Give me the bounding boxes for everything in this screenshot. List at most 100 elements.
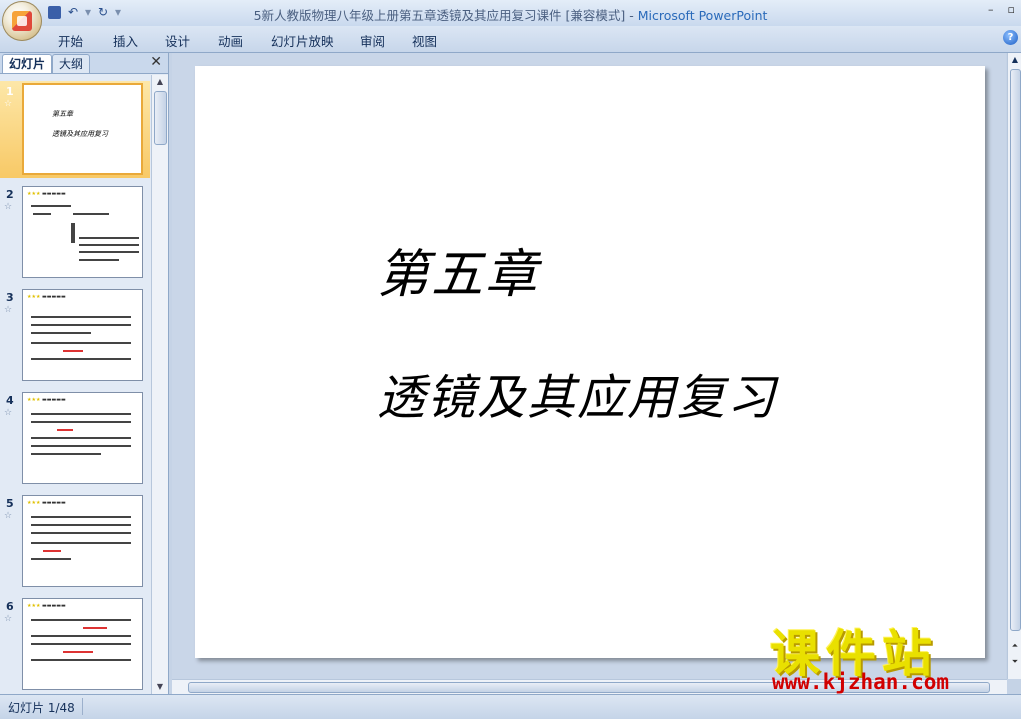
thumbnail-line xyxy=(31,542,131,544)
tab-slideshow[interactable]: 幻灯片放映 xyxy=(271,31,334,50)
tab-insert[interactable]: 插入 xyxy=(113,31,138,50)
thumbnail-line xyxy=(79,251,139,253)
tab-design[interactable]: 设计 xyxy=(165,31,190,50)
previous-slide-icon[interactable]: ⏶ xyxy=(1008,641,1021,651)
thumbnails-scrollbar[interactable]: ▲ ▼ xyxy=(151,75,168,694)
slide-number: 3 xyxy=(6,291,14,304)
scroll-down-icon[interactable]: ▼ xyxy=(152,680,168,694)
slide-number: 6 xyxy=(6,600,14,613)
thumbnail-heading-marks: ★★★ ▬▬▬▬▬ xyxy=(27,397,66,403)
thumbnail-line xyxy=(31,524,131,526)
slide-transition-icon: ☆ xyxy=(4,202,13,212)
thumbnail-line xyxy=(31,324,131,326)
slide-thumbnails: 1 ☆ 第五章 透镜及其应用复习 2 ☆ ★★★ ▬▬▬▬▬ 3 ☆ ★★★ ▬… xyxy=(0,75,150,694)
pane-tabs: 幻灯片 大纲 ✕ xyxy=(0,53,168,74)
help-icon[interactable]: ? xyxy=(1003,30,1018,45)
thumbnail-line xyxy=(31,453,101,455)
tab-view[interactable]: 视图 xyxy=(412,31,437,50)
office-button-icon[interactable] xyxy=(2,1,42,41)
thumbnail-line xyxy=(73,213,109,215)
scroll-up-icon[interactable]: ▲ xyxy=(1008,53,1021,67)
slide-thumbnail[interactable]: 5 ☆ ★★★ ▬▬▬▬▬ xyxy=(0,493,150,590)
thumbnail-heading-marks: ★★★ ▬▬▬▬▬ xyxy=(27,294,66,300)
maximize-icon[interactable]: ▫ xyxy=(1008,3,1015,16)
minimize-icon[interactable]: – xyxy=(988,3,994,16)
thumbnail-line xyxy=(31,558,71,560)
thumbnail-line xyxy=(43,550,61,552)
slide-thumbnail[interactable]: 1 ☆ 第五章 透镜及其应用复习 xyxy=(0,81,150,178)
status-divider xyxy=(82,698,83,715)
thumbnail-line xyxy=(31,332,91,334)
thumbnail-line xyxy=(31,342,131,344)
slide-title[interactable]: 第五章 xyxy=(377,232,539,307)
thumbnail-image: ★★★ ▬▬▬▬▬ xyxy=(22,392,143,484)
thumbnail-title: 第五章 xyxy=(52,110,73,118)
thumbnail-line xyxy=(71,223,75,243)
status-bar: 幻灯片 1/48 xyxy=(0,694,1021,719)
watermark-logo: 课件站 www.kjzhan.com xyxy=(770,618,1002,694)
thumbnail-heading-marks: ★★★ ▬▬▬▬▬ xyxy=(27,603,66,609)
thumbnail-line xyxy=(31,532,131,534)
slide-number: 1 xyxy=(6,85,14,98)
slide-transition-icon: ☆ xyxy=(4,408,13,418)
scrollbar-thumb[interactable] xyxy=(1010,69,1021,631)
thumbnail-line xyxy=(79,244,139,246)
window-title: 5新人教版物理八年级上册第五章透镜及其应用复习课件 [兼容模式] - Micro… xyxy=(0,5,1021,24)
slide-thumbnail[interactable]: 3 ☆ ★★★ ▬▬▬▬▬ xyxy=(0,287,150,384)
thumbnail-image: 第五章 透镜及其应用复习 xyxy=(22,83,143,175)
tab-slides[interactable]: 幻灯片 xyxy=(2,54,53,73)
slide-canvas[interactable]: 第五章 透镜及其应用复习 xyxy=(195,66,985,658)
thumbnail-image: ★★★ ▬▬▬▬▬ xyxy=(22,186,143,278)
thumbnail-heading-marks: ★★★ ▬▬▬▬▬ xyxy=(27,500,66,506)
main-vertical-scrollbar[interactable]: ▲ ⏶ ⏷ xyxy=(1007,53,1021,679)
slide-transition-icon: ☆ xyxy=(4,614,13,624)
thumbnail-line xyxy=(83,627,107,629)
thumbnail-image: ★★★ ▬▬▬▬▬ xyxy=(22,495,143,587)
thumbnail-subtitle: 透镜及其应用复习 xyxy=(52,130,108,138)
slide-transition-icon: ☆ xyxy=(4,99,13,109)
slide-transition-icon: ☆ xyxy=(4,305,13,315)
slide-transition-icon: ☆ xyxy=(4,511,13,521)
thumbnail-line xyxy=(31,358,131,360)
thumbnail-line xyxy=(79,237,139,239)
slide-number: 5 xyxy=(6,497,14,510)
thumbnail-line xyxy=(31,643,131,645)
tab-outline[interactable]: 大纲 xyxy=(52,54,91,73)
thumbnail-line xyxy=(31,619,131,621)
thumbnail-line xyxy=(33,213,51,215)
thumbnail-line xyxy=(63,651,93,653)
thumbnail-line xyxy=(31,413,131,415)
scroll-up-icon[interactable]: ▲ xyxy=(152,75,168,89)
thumbnail-line xyxy=(79,259,119,261)
ribbon-tabs: 开始 插入 设计 动画 幻灯片放映 审阅 视图 ? xyxy=(0,26,1021,53)
next-slide-icon[interactable]: ⏷ xyxy=(1008,657,1021,667)
thumbnail-line xyxy=(31,421,131,423)
tab-review[interactable]: 审阅 xyxy=(360,31,385,50)
tab-home[interactable]: 开始 xyxy=(58,31,83,50)
slide-number: 4 xyxy=(6,394,14,407)
thumbnail-heading-marks: ★★★ ▬▬▬▬▬ xyxy=(27,191,66,197)
watermark-url: www.kjzhan.com xyxy=(772,670,950,694)
thumbnail-line xyxy=(31,445,131,447)
close-pane-icon[interactable]: ✕ xyxy=(150,54,162,70)
slide-editing-area: 第五章 透镜及其应用复习 xyxy=(172,53,1006,679)
slides-pane: 幻灯片 大纲 ✕ 1 ☆ 第五章 透镜及其应用复习 2 ☆ ★★★ ▬▬▬▬▬ xyxy=(0,53,169,694)
document-title: 5新人教版物理八年级上册第五章透镜及其应用复习课件 [兼容模式] xyxy=(253,8,626,23)
slide-thumbnail[interactable]: 6 ☆ ★★★ ▬▬▬▬▬ xyxy=(0,596,150,693)
slide-thumbnail[interactable]: 2 ☆ ★★★ ▬▬▬▬▬ xyxy=(0,184,150,281)
thumbnail-line xyxy=(31,316,131,318)
thumbnail-line xyxy=(63,350,83,352)
thumbnail-line xyxy=(31,516,131,518)
thumbnail-line xyxy=(31,659,131,661)
app-name: Microsoft PowerPoint xyxy=(637,8,768,23)
thumbnail-line xyxy=(57,429,73,431)
slide-number: 2 xyxy=(6,188,14,201)
thumbnail-image: ★★★ ▬▬▬▬▬ xyxy=(22,598,143,690)
slide-counter: 幻灯片 1/48 xyxy=(8,701,75,715)
title-bar: ↶ ▾ ↻ ▾ 5新人教版物理八年级上册第五章透镜及其应用复习课件 [兼容模式]… xyxy=(0,0,1021,41)
window-controls: – ▫ xyxy=(988,3,1015,16)
slide-thumbnail[interactable]: 4 ☆ ★★★ ▬▬▬▬▬ xyxy=(0,390,150,487)
tab-animations[interactable]: 动画 xyxy=(218,31,243,50)
scrollbar-thumb[interactable] xyxy=(154,91,167,145)
slide-subtitle[interactable]: 透镜及其应用复习 xyxy=(377,358,777,428)
